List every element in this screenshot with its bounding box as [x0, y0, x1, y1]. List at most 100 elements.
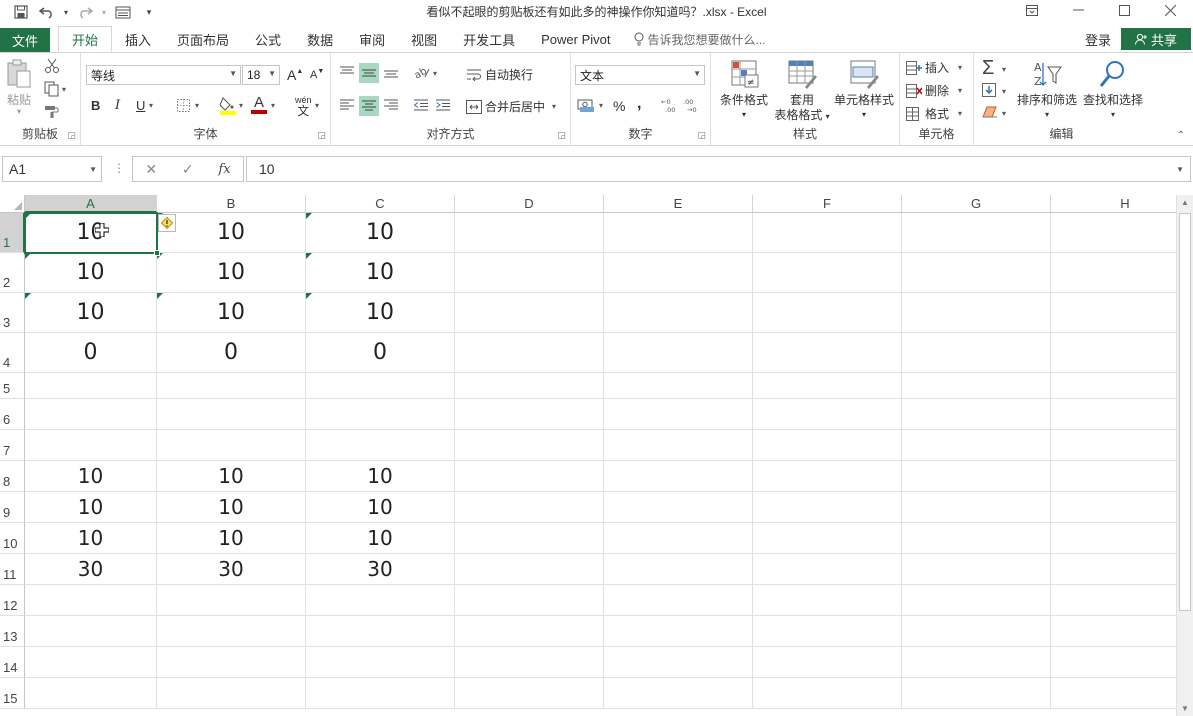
cell-d15[interactable]: [455, 678, 604, 709]
cell-b15[interactable]: [157, 678, 306, 709]
align-left-icon[interactable]: [339, 98, 355, 112]
cell-a10[interactable]: 10: [25, 523, 157, 554]
row-header-14[interactable]: 14: [0, 647, 25, 678]
row-header-1[interactable]: 1: [0, 213, 25, 253]
form-icon[interactable]: [112, 2, 134, 22]
column-header-f[interactable]: F: [753, 195, 902, 213]
cell-e14[interactable]: [604, 647, 753, 678]
insert-cells-button[interactable]: 插入 ▾: [906, 59, 962, 76]
column-header-e[interactable]: E: [604, 195, 753, 213]
login-link[interactable]: 登录: [1085, 30, 1111, 49]
cell-d14[interactable]: [455, 647, 604, 678]
decrease-indent-icon[interactable]: [413, 98, 429, 112]
cell-f11[interactable]: [753, 554, 902, 585]
cell-d8[interactable]: [455, 461, 604, 492]
merge-dropdown-icon[interactable]: ▾: [552, 102, 556, 111]
sort-filter-button[interactable]: AZ 排序和筛选 ▾: [1014, 57, 1080, 123]
paste-button[interactable]: 粘贴 ▾: [6, 59, 32, 116]
row-header-3[interactable]: 3: [0, 293, 25, 333]
cell-a15[interactable]: [25, 678, 157, 709]
cell-c13[interactable]: [306, 616, 455, 647]
align-middle-icon[interactable]: [359, 63, 379, 83]
column-header-d[interactable]: D: [455, 195, 604, 213]
cell-f14[interactable]: [753, 647, 902, 678]
cell-h2[interactable]: [1051, 253, 1193, 293]
cell-g4[interactable]: [902, 333, 1051, 373]
number-launcher-icon[interactable]: ◲: [697, 130, 706, 141]
cell-e7[interactable]: [604, 430, 753, 461]
row-header-13[interactable]: 13: [0, 616, 25, 647]
cell-h13[interactable]: [1051, 616, 1193, 647]
cell-d12[interactable]: [455, 585, 604, 616]
cell-b14[interactable]: [157, 647, 306, 678]
column-header-h[interactable]: H: [1051, 195, 1193, 213]
row-header-8[interactable]: 8: [0, 461, 25, 492]
tab-formulas[interactable]: 公式: [242, 26, 294, 52]
cell-e11[interactable]: [604, 554, 753, 585]
cell-b8[interactable]: 10: [157, 461, 306, 492]
error-check-button[interactable]: [158, 214, 176, 232]
column-header-g[interactable]: G: [902, 195, 1051, 213]
cell-a11[interactable]: 30: [25, 554, 157, 585]
cell-c5[interactable]: [306, 373, 455, 399]
cell-f12[interactable]: [753, 585, 902, 616]
cell-b7[interactable]: [157, 430, 306, 461]
cell-f10[interactable]: [753, 523, 902, 554]
cell-b12[interactable]: [157, 585, 306, 616]
cell-d11[interactable]: [455, 554, 604, 585]
row-header-5[interactable]: 5: [0, 373, 25, 399]
cell-g5[interactable]: [902, 373, 1051, 399]
cell-c6[interactable]: [306, 399, 455, 430]
cell-e15[interactable]: [604, 678, 753, 709]
cell-f9[interactable]: [753, 492, 902, 523]
row-header-10[interactable]: 10: [0, 523, 25, 554]
cell-f1[interactable]: [753, 213, 902, 253]
cell-g13[interactable]: [902, 616, 1051, 647]
cell-f13[interactable]: [753, 616, 902, 647]
cell-g10[interactable]: [902, 523, 1051, 554]
cell-d1[interactable]: [455, 213, 604, 253]
cell-g9[interactable]: [902, 492, 1051, 523]
cell-g11[interactable]: [902, 554, 1051, 585]
cell-a4[interactable]: 0: [25, 333, 157, 373]
font-color-icon[interactable]: A: [251, 95, 267, 114]
cell-f7[interactable]: [753, 430, 902, 461]
fill-color-icon[interactable]: [219, 96, 237, 116]
clipboard-launcher-icon[interactable]: ◲: [67, 130, 76, 141]
cell-d6[interactable]: [455, 399, 604, 430]
maximize-icon[interactable]: [1101, 0, 1147, 20]
cell-e13[interactable]: [604, 616, 753, 647]
cell-e8[interactable]: [604, 461, 753, 492]
shrink-font-button[interactable]: A ▼: [310, 68, 324, 82]
cell-c15[interactable]: [306, 678, 455, 709]
format-as-table-button[interactable]: 套用 表格格式 ▾: [773, 57, 831, 123]
tab-power-pivot[interactable]: Power Pivot: [528, 26, 623, 52]
cell-e9[interactable]: [604, 492, 753, 523]
formula-bar-splitter-icon[interactable]: ⋮: [113, 161, 125, 175]
cell-f5[interactable]: [753, 373, 902, 399]
cell-e6[interactable]: [604, 399, 753, 430]
cell-g8[interactable]: [902, 461, 1051, 492]
save-icon[interactable]: [10, 2, 32, 22]
cell-h9[interactable]: [1051, 492, 1193, 523]
cell-d7[interactable]: [455, 430, 604, 461]
select-all-button[interactable]: [0, 195, 25, 213]
orientation-dropdown-icon[interactable]: ▾: [433, 69, 437, 78]
accounting-format-icon[interactable]: [577, 97, 595, 113]
wrap-text-button[interactable]: 自动换行: [466, 66, 533, 83]
cell-e3[interactable]: [604, 293, 753, 333]
cell-g1[interactable]: [902, 213, 1051, 253]
copy-dropdown-icon[interactable]: ▾: [62, 85, 66, 94]
row-header-11[interactable]: 11: [0, 554, 25, 585]
cell-e1[interactable]: [604, 213, 753, 253]
cell-g6[interactable]: [902, 399, 1051, 430]
tab-file[interactable]: 文件: [0, 28, 50, 52]
cell-h1[interactable]: [1051, 213, 1193, 253]
cell-e12[interactable]: [604, 585, 753, 616]
row-header-2[interactable]: 2: [0, 253, 25, 293]
cancel-entry-icon[interactable]: ✕: [145, 161, 157, 178]
autosum-icon[interactable]: Σ: [982, 57, 994, 80]
cell-e5[interactable]: [604, 373, 753, 399]
share-button[interactable]: 共享: [1121, 28, 1191, 50]
cell-h14[interactable]: [1051, 647, 1193, 678]
